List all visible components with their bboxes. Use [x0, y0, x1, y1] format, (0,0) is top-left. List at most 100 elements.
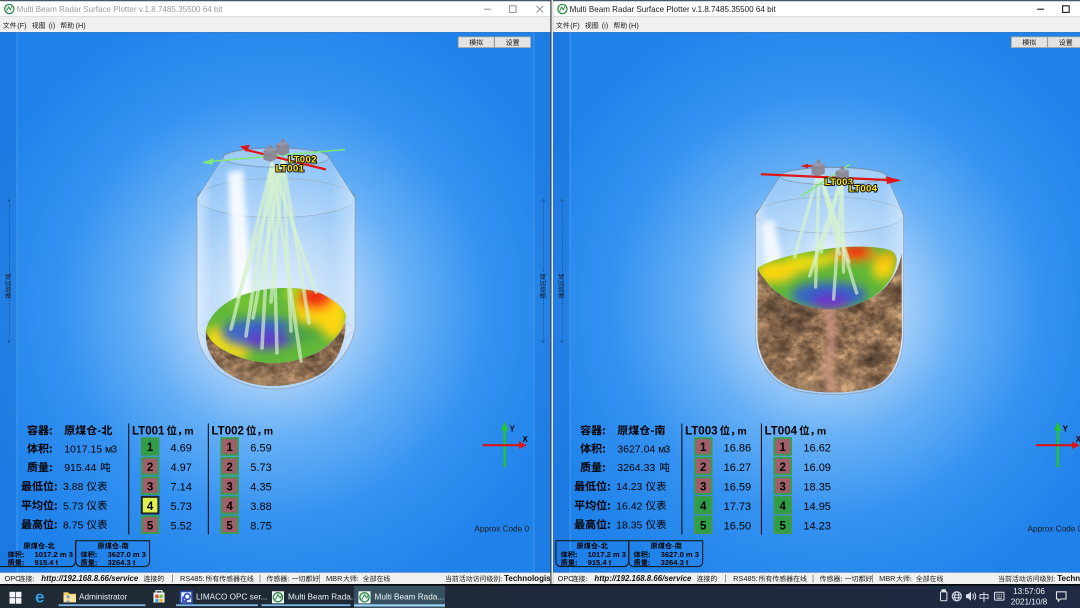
- svg-text:5.52: 5.52: [171, 521, 192, 533]
- svg-text:4: 4: [700, 501, 707, 513]
- svg-text:Administrator: Administrator: [79, 593, 128, 602]
- svg-text:RS485:: RS485:: [180, 574, 205, 583]
- svg-text:1: 1: [147, 442, 154, 454]
- svg-text:17.73: 17.73: [724, 501, 752, 513]
- svg-text:5.73: 5.73: [171, 501, 192, 513]
- svg-text:(H): (H): [76, 21, 86, 30]
- svg-text:OPC: OPC: [5, 574, 22, 583]
- svg-text:Multi Beam Rada...: Multi Beam Rada...: [375, 593, 445, 602]
- svg-text:LT003: LT003: [685, 425, 717, 437]
- svg-text:915.4 t: 915.4 t: [588, 558, 612, 567]
- svg-text:1: 1: [779, 442, 786, 454]
- svg-text:3: 3: [664, 444, 670, 456]
- svg-text:5: 5: [779, 520, 786, 532]
- svg-text:LT001: LT001: [132, 425, 165, 437]
- svg-text:--------------------------»: --------------------------»: [560, 198, 566, 272]
- svg-text:m: m: [737, 425, 746, 437]
- svg-text:7.14: 7.14: [171, 482, 192, 494]
- svg-text:Y: Y: [1063, 425, 1069, 434]
- svg-text:(i): (i): [49, 21, 56, 30]
- svg-text:e: e: [35, 588, 44, 607]
- svg-text:2021/10/8: 2021/10/8: [1011, 597, 1048, 606]
- svg-text:16.86: 16.86: [724, 442, 752, 454]
- svg-text:3.88: 3.88: [250, 501, 271, 513]
- svg-text:16.59: 16.59: [724, 482, 752, 494]
- svg-text:3: 3: [111, 444, 117, 456]
- svg-text:m: m: [184, 425, 193, 437]
- svg-text:http://192.168.8.66/service: http://192.168.8.66/service: [41, 574, 138, 583]
- svg-text:1: 1: [226, 442, 233, 454]
- svg-text:3: 3: [147, 481, 153, 493]
- svg-text:16.42: 16.42: [616, 500, 642, 512]
- svg-text:5.73: 5.73: [250, 462, 271, 474]
- svg-text:(F): (F): [17, 21, 26, 30]
- svg-text:Multi Beam Radar Surface Plott: Multi Beam Radar Surface Plotter v.1.8.7…: [570, 4, 777, 14]
- svg-text:2: 2: [779, 462, 785, 474]
- svg-text:LT001: LT001: [276, 164, 305, 175]
- svg-text:16.09: 16.09: [803, 462, 831, 474]
- svg-text:Approx Code 0: Approx Code 0: [474, 525, 529, 534]
- svg-text:5: 5: [147, 520, 154, 532]
- svg-text:4.97: 4.97: [171, 462, 192, 474]
- svg-text:3264.3 t: 3264.3 t: [661, 558, 689, 567]
- svg-text:3264.3 t: 3264.3 t: [108, 558, 136, 567]
- svg-text:1017.15 м: 1017.15 м: [64, 444, 112, 456]
- svg-text:6.59: 6.59: [250, 442, 271, 454]
- svg-text:8.75: 8.75: [63, 519, 84, 531]
- svg-text:3: 3: [226, 481, 232, 493]
- svg-text:4.35: 4.35: [250, 482, 271, 494]
- svg-text:18.35: 18.35: [803, 482, 831, 494]
- svg-text:m: m: [264, 425, 273, 437]
- svg-text:RS485:: RS485:: [733, 574, 758, 583]
- svg-text:3: 3: [779, 481, 785, 493]
- svg-text:16.62: 16.62: [803, 442, 831, 454]
- svg-text:4: 4: [147, 501, 154, 513]
- svg-text:--------------------------»: --------------------------»: [541, 198, 547, 272]
- svg-text:(F): (F): [570, 21, 579, 30]
- svg-text:2: 2: [226, 462, 232, 474]
- svg-text:(i): (i): [602, 21, 609, 30]
- svg-text:Multi Beam Radar Surface Plott: Multi Beam Radar Surface Plotter v.1.8.7…: [17, 4, 224, 14]
- svg-text:m: m: [817, 425, 826, 437]
- svg-text:LT002: LT002: [212, 425, 244, 437]
- svg-text:5.73: 5.73: [63, 500, 84, 512]
- svg-text:1: 1: [700, 442, 707, 454]
- svg-text:14.95: 14.95: [803, 501, 831, 513]
- svg-text:X: X: [523, 435, 529, 444]
- svg-text:3.88: 3.88: [63, 481, 84, 493]
- svg-text:LT004: LT004: [765, 425, 798, 437]
- svg-text:LIMACO OPC ser...: LIMACO OPC ser...: [196, 593, 267, 602]
- svg-text:Multi Beam Rada...: Multi Beam Rada...: [288, 593, 358, 602]
- svg-text:«--------------------------: «--------------------------: [541, 269, 547, 343]
- svg-text:LT004: LT004: [849, 184, 878, 195]
- svg-text:4: 4: [226, 501, 233, 513]
- svg-text:13:57:06: 13:57:06: [1013, 587, 1045, 596]
- svg-text:X: X: [1076, 435, 1080, 444]
- svg-text:Y: Y: [510, 425, 516, 434]
- svg-text:«--------------------------: «--------------------------: [560, 269, 566, 343]
- svg-text:Technologist: Technologist: [1057, 574, 1080, 583]
- svg-text:8.75: 8.75: [250, 521, 271, 533]
- svg-text:«--------------------------: «--------------------------: [6, 269, 12, 343]
- svg-text:14.23: 14.23: [616, 481, 642, 493]
- svg-text:915.44: 915.44: [64, 462, 96, 474]
- svg-text:--------------------------»: --------------------------»: [6, 198, 12, 272]
- svg-text:16.50: 16.50: [724, 521, 752, 533]
- svg-text:2: 2: [700, 462, 706, 474]
- svg-text:MBR: MBR: [879, 574, 895, 583]
- svg-text:4.69: 4.69: [171, 442, 192, 454]
- svg-text:2: 2: [147, 462, 153, 474]
- svg-text:3: 3: [700, 481, 706, 493]
- svg-text:Technologist: Technologist: [504, 574, 554, 583]
- svg-text:5: 5: [700, 520, 707, 532]
- svg-text:http://192.168.8.66/service: http://192.168.8.66/service: [594, 574, 691, 583]
- svg-text:18.35: 18.35: [616, 519, 642, 531]
- svg-text:16.27: 16.27: [724, 462, 752, 474]
- svg-text:3627.04 м: 3627.04 м: [617, 444, 665, 456]
- svg-text:Approx Code 0: Approx Code 0: [1027, 525, 1080, 534]
- svg-text:5: 5: [226, 520, 233, 532]
- svg-text:915.4 t: 915.4 t: [35, 558, 59, 567]
- svg-text:MBR: MBR: [326, 574, 342, 583]
- svg-text:3264.33: 3264.33: [617, 462, 655, 474]
- svg-text:14.23: 14.23: [803, 521, 831, 533]
